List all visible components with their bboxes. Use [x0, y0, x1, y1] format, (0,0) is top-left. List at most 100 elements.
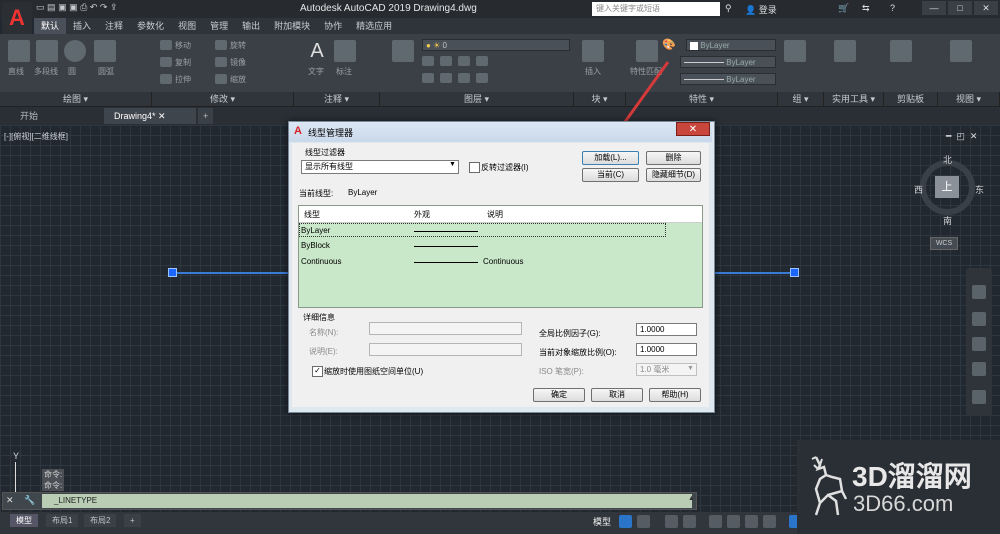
lineweight-dropdown[interactable]: ByLayer — [680, 73, 776, 85]
mirror-icon[interactable] — [215, 57, 227, 67]
column-appearance[interactable]: 外观 — [414, 209, 430, 220]
hide-details-button[interactable]: 隐藏细节(D) — [646, 168, 701, 182]
tab-parametric[interactable]: 参数化 — [130, 18, 171, 34]
lineweight-icon[interactable] — [745, 515, 758, 528]
circle-icon[interactable] — [64, 40, 86, 62]
group-modify[interactable]: 修改 ▾ — [152, 92, 294, 106]
viewcube-west[interactable]: 西 — [914, 183, 923, 196]
object-snap-icon[interactable] — [727, 515, 740, 528]
new-file-icon[interactable]: ▭ — [36, 2, 45, 12]
viewcube-top-face[interactable]: 上 — [935, 176, 959, 198]
filter-select[interactable]: 显示所有线型 — [301, 160, 459, 174]
tab-annotate[interactable]: 注释 — [98, 18, 130, 34]
delete-button[interactable]: 删除 — [646, 151, 701, 165]
move-icon[interactable] — [160, 40, 172, 50]
load-button[interactable]: 加载(L)... — [582, 151, 639, 165]
list-row-selected[interactable] — [299, 223, 666, 237]
scale-icon[interactable] — [215, 74, 227, 84]
login-button[interactable]: 👤 登录 — [745, 3, 777, 16]
tab-featured-apps[interactable]: 精选应用 — [349, 18, 399, 34]
group-layers[interactable]: 图层 ▾ — [380, 92, 574, 106]
group-draw[interactable]: 绘图 ▾ — [0, 92, 152, 106]
layer-tool-icon[interactable] — [458, 73, 470, 83]
tab-default[interactable]: 默认 — [34, 18, 67, 34]
quick-access-toolbar[interactable]: ▭ ▤ ▣ ▣ ⎙ ↶ ↷ ⇪ — [36, 2, 216, 16]
polyline-icon[interactable] — [36, 40, 58, 62]
tab-collaborate[interactable]: 协作 — [317, 18, 349, 34]
command-input[interactable]: _LINETYPE — [42, 494, 692, 508]
layer-tool-icon[interactable] — [476, 73, 488, 83]
tab-output[interactable]: 输出 — [235, 18, 267, 34]
layer-tool-icon[interactable] — [422, 56, 434, 66]
text-icon[interactable]: A — [306, 40, 328, 62]
paste-icon[interactable] — [890, 40, 912, 62]
list-row-name[interactable]: Continuous — [301, 257, 341, 266]
viewcube-east[interactable]: 东 — [975, 183, 984, 196]
line-end-grip[interactable] — [790, 268, 799, 277]
viewport-window-controls[interactable]: ━◰✕ — [946, 131, 982, 142]
save-icon[interactable]: ▣ — [58, 2, 67, 12]
viewport-label[interactable]: [-][俯视][二维线框] — [4, 131, 68, 142]
arc-icon[interactable] — [94, 40, 116, 62]
close-command-icon[interactable]: ✕ — [6, 495, 18, 505]
column-description[interactable]: 说明 — [487, 209, 503, 220]
showmotion-icon[interactable] — [972, 390, 986, 404]
color-wheel-icon[interactable]: 🎨 — [662, 38, 676, 51]
start-tab[interactable]: 开始 — [10, 108, 48, 124]
layer-dropdown[interactable]: ● ☀ 0 — [422, 39, 570, 51]
customize-icon[interactable]: 🔧 — [24, 495, 39, 505]
layer-tool-icon[interactable] — [422, 73, 434, 83]
object-scale-input[interactable]: 1.0000 — [636, 343, 697, 356]
viewcube-north[interactable]: 北 — [943, 153, 952, 166]
layer-tool-icon[interactable] — [458, 56, 470, 66]
open-file-icon[interactable]: ▤ — [47, 2, 56, 12]
color-dropdown[interactable]: ByLayer — [686, 39, 776, 51]
cart-icon[interactable]: 🛒 — [838, 3, 849, 14]
list-row-name[interactable]: ByBlock — [301, 241, 330, 250]
tab-insert[interactable]: 插入 — [66, 18, 98, 34]
group-icon[interactable] — [784, 40, 806, 62]
copy-icon[interactable] — [160, 57, 172, 67]
invert-filter-checkbox[interactable] — [469, 162, 480, 173]
stretch-icon[interactable] — [160, 74, 172, 84]
chevron-down-icon[interactable]: ▼ — [449, 161, 456, 168]
close-window-button[interactable]: ✕ — [974, 1, 998, 15]
layer-tool-icon[interactable] — [476, 56, 488, 66]
current-button[interactable]: 当前(C) — [582, 168, 639, 182]
group-clipboard[interactable]: 剪贴板 — [884, 92, 938, 106]
model-space-button[interactable]: 模型 — [593, 515, 611, 528]
polar-icon[interactable] — [683, 515, 696, 528]
pan-icon[interactable] — [972, 312, 986, 326]
global-scale-input[interactable]: 1.0000 — [636, 323, 697, 336]
new-tab-button[interactable]: + — [198, 108, 214, 124]
add-layout-button[interactable]: + — [124, 514, 141, 527]
command-line-tools[interactable]: ✕ 🔧 — [6, 495, 39, 506]
layout-tab-2[interactable]: 布局2 — [84, 514, 117, 527]
help-button[interactable]: 帮助(H) — [649, 388, 701, 402]
grid-icon[interactable] — [619, 515, 632, 528]
drawing-tab[interactable]: Drawing4* ✕ — [104, 108, 196, 124]
zoom-extents-icon[interactable] — [972, 337, 986, 351]
maximize-button[interactable]: □ — [948, 1, 972, 15]
dialog-close-button[interactable]: ✕ — [676, 122, 710, 136]
minimize-button[interactable]: — — [922, 1, 946, 15]
rotate-icon[interactable] — [215, 40, 227, 50]
line-start-grip[interactable] — [168, 268, 177, 277]
redo-icon[interactable]: ↷ — [100, 2, 108, 12]
ok-button[interactable]: 确定 — [533, 388, 585, 402]
list-row-description[interactable]: Continuous — [483, 257, 523, 266]
layer-tool-icon[interactable] — [440, 56, 452, 66]
binoculars-icon[interactable]: ⚲ — [725, 3, 732, 14]
group-utilities[interactable]: 实用工具 ▾ — [824, 92, 884, 106]
dimension-icon[interactable] — [334, 40, 356, 62]
help-icon[interactable]: ? — [890, 3, 895, 13]
list-row-name[interactable]: ByLayer — [301, 226, 330, 235]
isodraft-icon[interactable] — [709, 515, 722, 528]
layout-tab-model[interactable]: 模型 — [10, 514, 38, 527]
viewcube-south[interactable]: 南 — [943, 214, 952, 227]
insert-block-icon[interactable] — [582, 40, 604, 62]
ortho-icon[interactable] — [665, 515, 678, 528]
chevron-down-icon[interactable]: ▼ — [687, 365, 694, 372]
application-menu-button[interactable]: A — [2, 2, 32, 36]
match-properties-icon[interactable] — [636, 40, 658, 62]
